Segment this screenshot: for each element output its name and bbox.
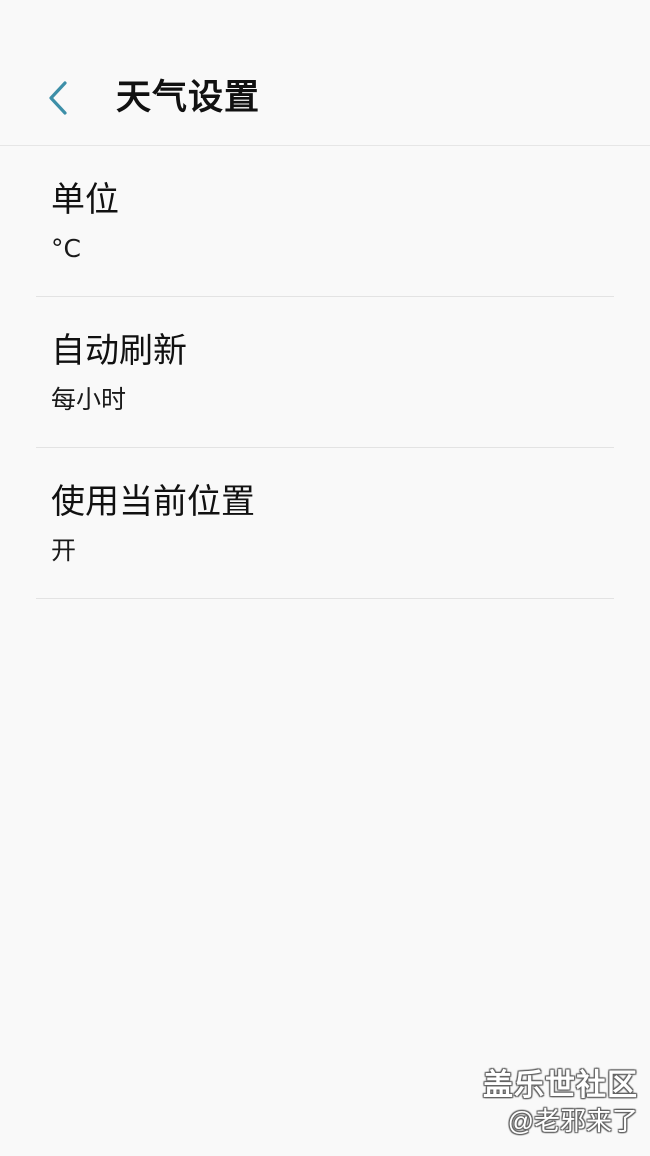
- settings-list: 单位 °C 自动刷新 每小时 使用当前位置 开: [0, 146, 650, 599]
- page-title: 天气设置: [116, 78, 261, 118]
- setting-title: 自动刷新: [51, 331, 187, 371]
- setting-value: 每小时: [51, 385, 127, 414]
- setting-item-unit[interactable]: 单位 °C: [0, 146, 650, 297]
- setting-title: 使用当前位置: [51, 482, 255, 522]
- setting-value: 开: [51, 536, 77, 565]
- setting-item-auto-refresh[interactable]: 自动刷新 每小时: [0, 297, 650, 448]
- setting-value: °C: [51, 234, 81, 263]
- back-button[interactable]: [30, 68, 86, 128]
- setting-item-use-current-location[interactable]: 使用当前位置 开: [0, 448, 650, 599]
- watermark-brand: 盖乐世社区: [483, 1069, 638, 1102]
- setting-title: 单位: [51, 180, 119, 220]
- chevron-left-icon: [49, 81, 67, 115]
- app-bar: 天气设置: [0, 0, 650, 146]
- watermark-user: @老邪来了: [507, 1106, 638, 1136]
- watermark: 盖乐世社区 @老邪来了: [483, 1068, 638, 1138]
- divider: [36, 598, 614, 599]
